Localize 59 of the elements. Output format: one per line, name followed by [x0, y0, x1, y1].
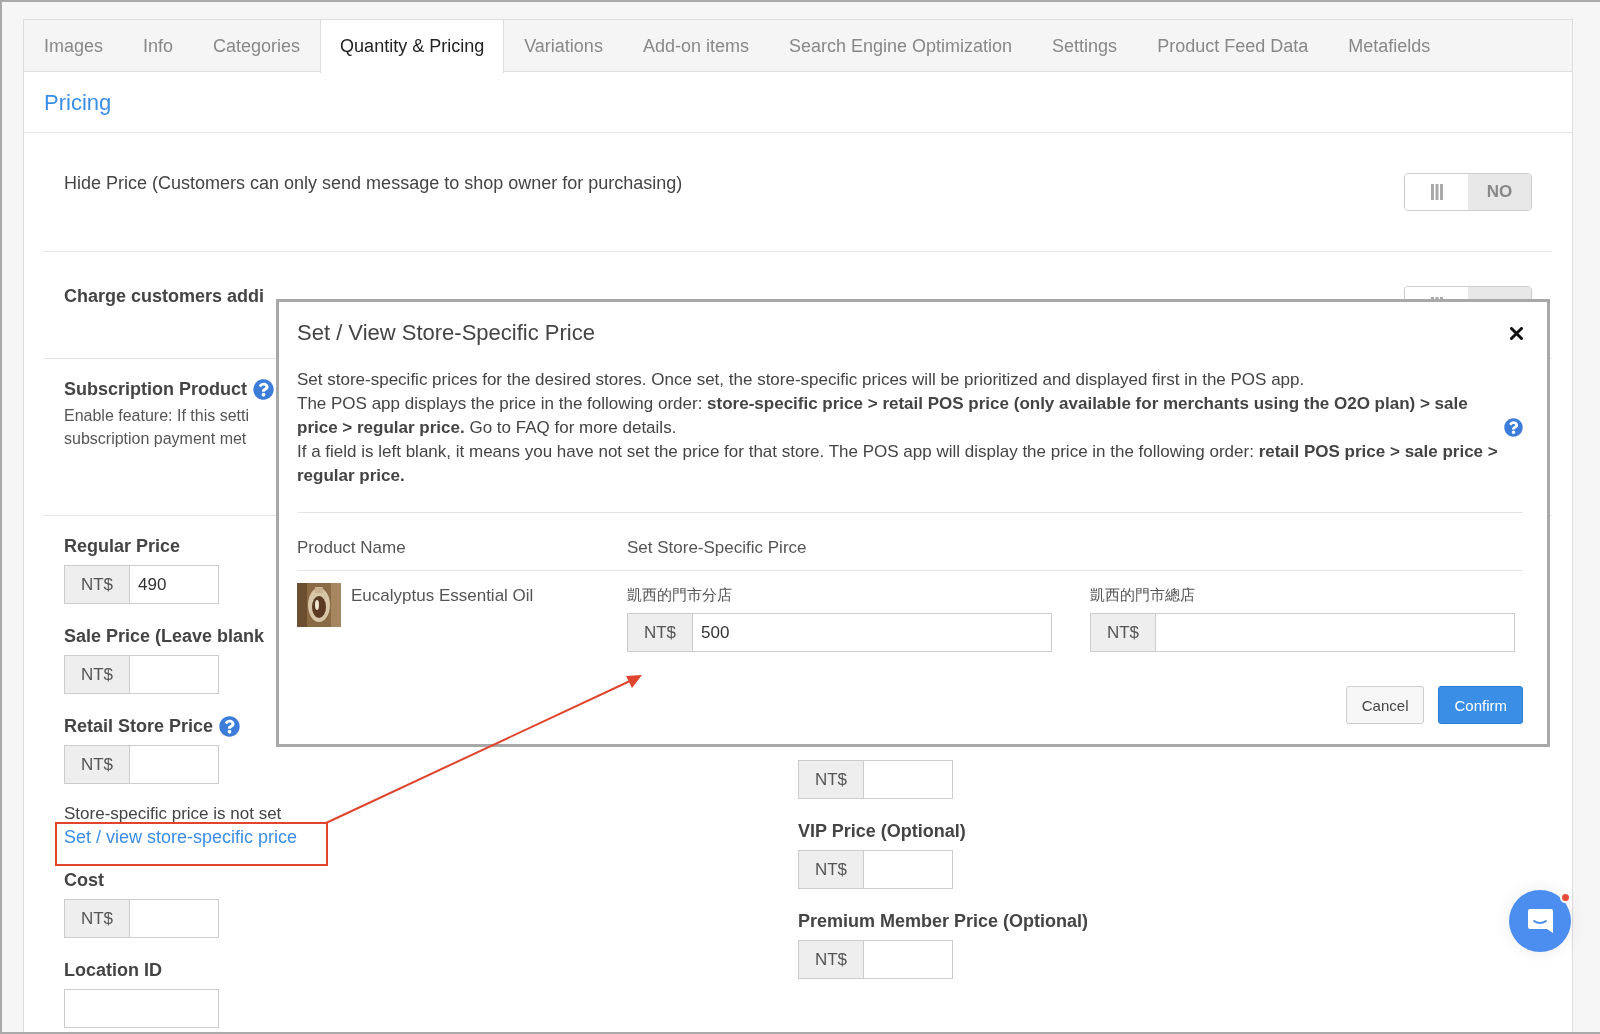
price-input[interactable] [864, 940, 953, 979]
currency-label: NT$ [64, 745, 130, 784]
input-field[interactable] [64, 989, 219, 1028]
column-header: Set Store-Specific Pirce [627, 538, 808, 558]
close-icon[interactable] [1510, 326, 1523, 340]
store-price-link[interactable]: Set / view store-specific price [64, 827, 298, 848]
currency-label: NT$ [1090, 613, 1156, 652]
chat-icon [1525, 906, 1555, 936]
description-text: subscription payment met [64, 430, 247, 447]
currency-label: NT$ [798, 850, 864, 889]
tab[interactable]: Images [24, 20, 124, 73]
currency-label: NT$ [798, 940, 864, 979]
price-input[interactable] [130, 899, 219, 938]
tab[interactable]: Add-on items [622, 20, 769, 73]
currency-label: NT$ [64, 565, 130, 604]
description-text: The POS app displays the price in the following order: store-specific price > retail POS price (only available for merchants using the O2O plan) > sale price > regular price. Go to FAQ for more details. [297, 393, 1469, 439]
price-input[interactable] [130, 655, 219, 694]
currency-label: NT$ [64, 899, 130, 938]
product-name: Eucalyptus Essential Oil [351, 585, 534, 606]
tab[interactable]: Variations [504, 20, 623, 73]
description-text: Set store-specific prices for the desired stores. Once set, the store-specific prices will be prioritized and displayed first in the POS app. [297, 369, 1305, 391]
tab[interactable]: Product Feed Data [1137, 20, 1329, 73]
description-text: Enable feature: If this setti [64, 407, 249, 424]
tab[interactable]: Metafields [1328, 20, 1451, 73]
price-input[interactable]: 500 [693, 613, 1052, 652]
dialog-title: Set / View Store-Specific Price [297, 320, 595, 346]
tab[interactable]: Info [123, 20, 194, 73]
setting-label: Subscription Product [64, 379, 247, 400]
tab[interactable]: Search Engine Optimization [768, 20, 1033, 73]
setting-label: Hide Price (Customers can only send message to shop owner for purchasing) [64, 173, 683, 194]
column-header: Product Name [297, 538, 407, 558]
price-input[interactable] [1156, 613, 1515, 652]
section-title: Pricing [44, 90, 112, 115]
currency-label: NT$ [627, 613, 693, 652]
field-label: Regular Price [64, 536, 181, 557]
price-input[interactable] [130, 745, 219, 784]
tab[interactable]: Quantity & Pricing [320, 20, 505, 73]
setting-label: Charge customers addi [64, 286, 265, 307]
confirm-button[interactable]: Confirm [1438, 686, 1523, 724]
tab[interactable]: Settings [1032, 20, 1138, 73]
field-label: Retail Store Price [64, 716, 214, 737]
field-label: Sale Price (Leave blank [64, 626, 265, 647]
field-label: VIP Price (Optional) [798, 821, 966, 842]
store-name: 凱西的門市分店 [627, 585, 733, 605]
store-name: 凱西的門市總店 [1090, 585, 1196, 605]
description-text: If a field is left blank, it means you have not set the price for that store. The POS app will display the price in the following order: retail POS price > sale price > regular price. [297, 441, 1499, 487]
field-label: Cost [64, 870, 104, 891]
help-icon [253, 379, 274, 400]
toggle-switch[interactable]: NO [1404, 173, 1532, 211]
tab[interactable]: Categories [193, 20, 321, 73]
price-input[interactable]: 490 [130, 565, 219, 604]
field-label: Location ID [64, 960, 163, 981]
price-input[interactable] [864, 760, 953, 799]
cancel-button[interactable]: Cancel [1345, 686, 1425, 724]
currency-label: NT$ [798, 760, 864, 799]
status-text: Store-specific price is not set [64, 804, 283, 824]
field-label: Premium Member Price (Optional) [798, 911, 1089, 932]
currency-label: NT$ [64, 655, 130, 694]
price-input[interactable] [864, 850, 953, 889]
